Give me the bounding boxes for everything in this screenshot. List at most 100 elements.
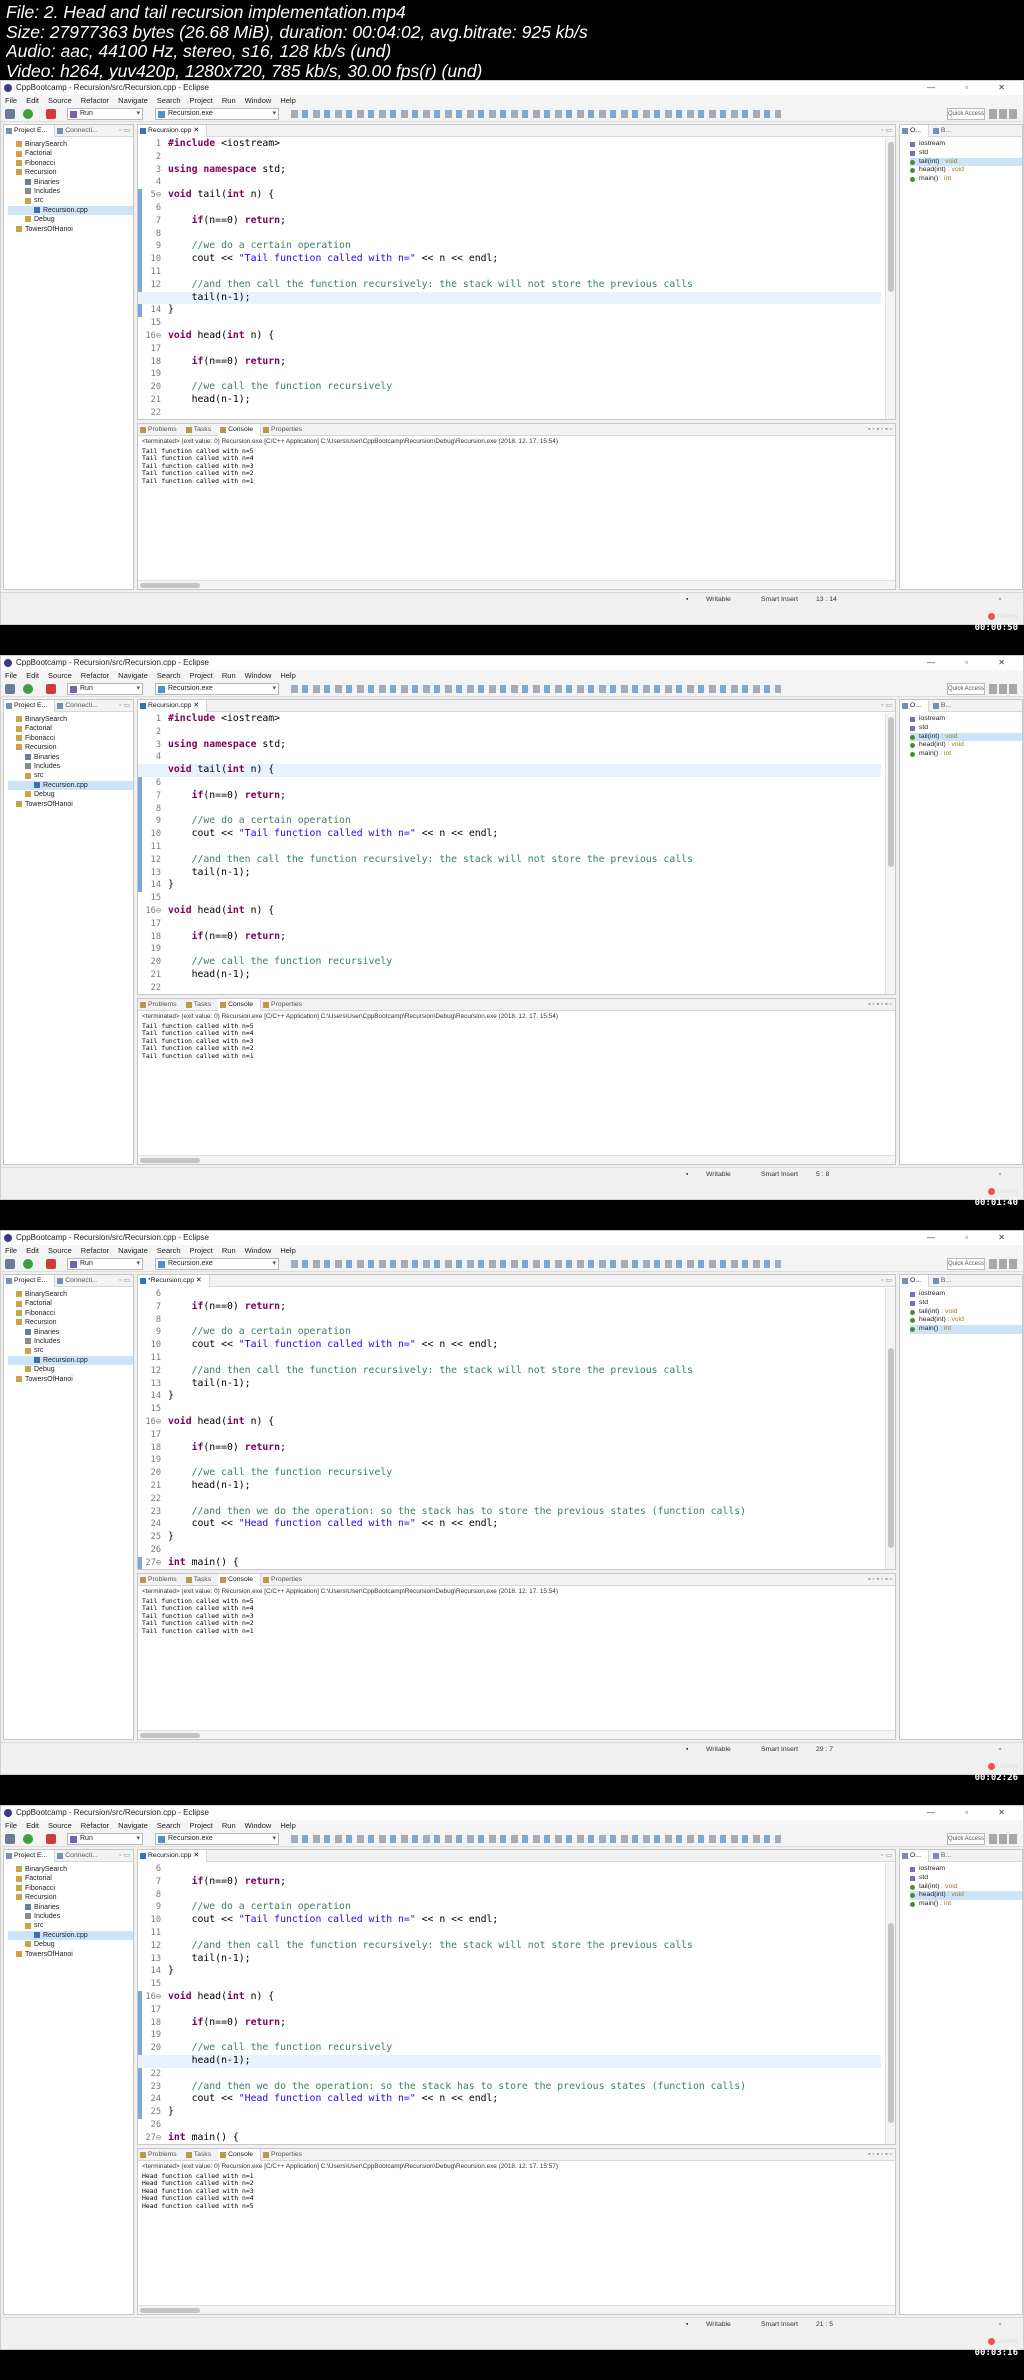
tab-recursion-cpp[interactable]: Recursion.cpp ✕ (138, 1850, 208, 1862)
perspective-switcher[interactable] (989, 109, 1017, 119)
run-icon[interactable] (23, 109, 33, 119)
perspective-switcher[interactable] (989, 1259, 1017, 1269)
tab-outline[interactable]: O... (900, 1275, 929, 1287)
project-item-factorial[interactable]: Factorial (8, 1874, 133, 1883)
menu-source[interactable]: Source (48, 1821, 72, 1830)
perspective-switcher[interactable] (989, 1834, 1017, 1844)
outline-item-2[interactable]: tail(int) : void (910, 732, 1022, 742)
menu-edit[interactable]: Edit (26, 671, 39, 680)
console-hscroll[interactable] (138, 580, 895, 589)
code-line[interactable]: int main() { (168, 1557, 881, 1569)
outline-item-3[interactable]: head(int) : void (910, 1316, 1022, 1325)
project-item-src[interactable]: src (8, 771, 133, 780)
outline-item-1[interactable]: std (910, 1299, 1022, 1308)
code-line[interactable]: int main() { (168, 2132, 881, 2144)
launch-mode-combo[interactable]: Run ▾ (67, 1833, 143, 1845)
project-item-includes[interactable]: Includes (8, 187, 133, 196)
editor-scrollbar[interactable] (885, 138, 895, 419)
run-icon[interactable] (23, 1834, 33, 1844)
menu-refactor[interactable]: Refactor (81, 96, 109, 105)
project-item-src[interactable]: src (8, 196, 133, 205)
code-line[interactable] (168, 1927, 881, 1940)
menu-window[interactable]: Window (245, 96, 272, 105)
build-icon[interactable] (5, 109, 15, 119)
menu-source[interactable]: Source (48, 671, 72, 680)
project-item-fibonacci[interactable]: Fibonacci (8, 1884, 133, 1893)
code-line[interactable]: //we do a certain operation (168, 240, 881, 253)
launch-mode-combo[interactable]: Run ▾ (67, 1258, 143, 1270)
tab-outline[interactable]: O... (900, 1850, 929, 1862)
project-item-recursion[interactable]: Recursion (8, 168, 133, 177)
menu-help[interactable]: Help (280, 96, 295, 105)
code-line[interactable]: if(n==0) return; (168, 790, 881, 803)
tab-console[interactable]: Console (218, 1574, 262, 1586)
build-icon[interactable] (5, 1259, 15, 1269)
code-line[interactable] (168, 176, 881, 189)
progress-icon[interactable]: ▫ (999, 1168, 1001, 1181)
project-item-towersofhanoi[interactable]: TowersOfHanoi (8, 1950, 133, 1959)
code-line[interactable] (168, 1352, 881, 1365)
code-line[interactable]: void head(int n) { (168, 1416, 881, 1429)
console-toolbar-icons[interactable]: ▪ ▫ ▪ ▫ ▪ ▫ (868, 2149, 892, 2161)
project-item-debug[interactable]: Debug (8, 215, 133, 224)
launch-config-combo[interactable]: Recursion.exe ▾ (155, 683, 279, 695)
outline-item-2[interactable]: tail(int) : void (910, 1883, 1022, 1892)
code-line[interactable] (168, 1978, 881, 1991)
code-line[interactable]: head(n-1); (168, 969, 881, 982)
menu-edit[interactable]: Edit (26, 96, 39, 105)
scroll-thumb[interactable] (140, 1733, 200, 1738)
tab-build-targets[interactable]: B... (931, 1850, 958, 1862)
code-area[interactable]: #include <iostream> using namespace std; v… (138, 138, 881, 419)
code-line[interactable]: #include <iostream> (168, 713, 881, 726)
outline-item-4[interactable]: main() : int (910, 175, 1022, 184)
project-item-binaries[interactable]: Binaries (8, 1328, 133, 1337)
code-line[interactable]: tail(n-1); (168, 1953, 881, 1966)
code-line[interactable] (168, 151, 881, 164)
menu-project[interactable]: Project (190, 671, 213, 680)
tab-connections[interactable]: Connecti... (55, 1850, 105, 1862)
project-item-factorial[interactable]: Factorial (8, 149, 133, 158)
code-line[interactable] (168, 228, 881, 241)
code-line[interactable]: //and then call the function recursively… (168, 1365, 881, 1378)
code-line[interactable]: if(n==0) return; (168, 931, 881, 944)
project-item-towersofhanoi[interactable]: TowersOfHanoi (8, 1375, 133, 1384)
console-output[interactable]: Tail function called with n=5 Tail functi… (138, 447, 895, 486)
menu-edit[interactable]: Edit (26, 1821, 39, 1830)
menu-navigate[interactable]: Navigate (118, 1821, 148, 1830)
code-line[interactable]: //and then call the function recursively… (168, 1940, 881, 1953)
outline-item-1[interactable]: std (910, 1874, 1022, 1883)
tab-properties[interactable]: Properties (261, 424, 309, 436)
code-line[interactable]: //we call the function recursively (168, 2042, 881, 2055)
quick-access-field[interactable]: Quick Access (947, 1833, 985, 1845)
menu-search[interactable]: Search (157, 1821, 181, 1830)
tab-connections[interactable]: Connecti... (55, 1275, 105, 1287)
code-line[interactable]: cout << "Tail function called with n=" <… (168, 828, 881, 841)
scroll-thumb[interactable] (888, 1923, 894, 2123)
code-line[interactable]: cout << "Head function called with n=" <… (168, 1518, 881, 1531)
tab-tasks[interactable]: Tasks (184, 424, 218, 436)
editor-scrollbar[interactable] (885, 1288, 895, 1569)
code-line[interactable]: //and then call the function recursively… (168, 279, 881, 292)
code-line[interactable]: cout << "Tail function called with n=" <… (168, 1914, 881, 1927)
code-line[interactable]: tail(n-1); (168, 867, 881, 880)
menu-file[interactable]: File (5, 1246, 17, 1255)
editor-scrollbar[interactable] (885, 1863, 895, 2144)
window-controls[interactable]: — ▫ ✕ (927, 1231, 1019, 1245)
tab-build-targets[interactable]: B... (931, 700, 958, 712)
menu-file[interactable]: File (5, 1821, 17, 1830)
menu-search[interactable]: Search (157, 671, 181, 680)
code-line[interactable] (168, 892, 881, 905)
launch-config-combo[interactable]: Recursion.exe ▾ (155, 1258, 279, 1270)
outline-item-2[interactable]: tail(int) : void (910, 1308, 1022, 1317)
quick-access-field[interactable]: Quick Access (947, 1258, 985, 1270)
tab-project-explorer[interactable]: Project E... (4, 1850, 56, 1862)
menu-refactor[interactable]: Refactor (81, 1246, 109, 1255)
tab-build-targets[interactable]: B... (931, 1275, 958, 1287)
toolbar-icons[interactable] (291, 1260, 781, 1268)
outline-item-0[interactable]: iostream (910, 1290, 1022, 1299)
code-line[interactable]: if(n==0) return; (168, 2017, 881, 2030)
tab-console[interactable]: Console (218, 424, 262, 436)
tab-problems[interactable]: Problems (138, 1574, 184, 1586)
menu-search[interactable]: Search (157, 1246, 181, 1255)
console-output[interactable]: Tail function called with n=5 Tail functi… (138, 1597, 895, 1636)
